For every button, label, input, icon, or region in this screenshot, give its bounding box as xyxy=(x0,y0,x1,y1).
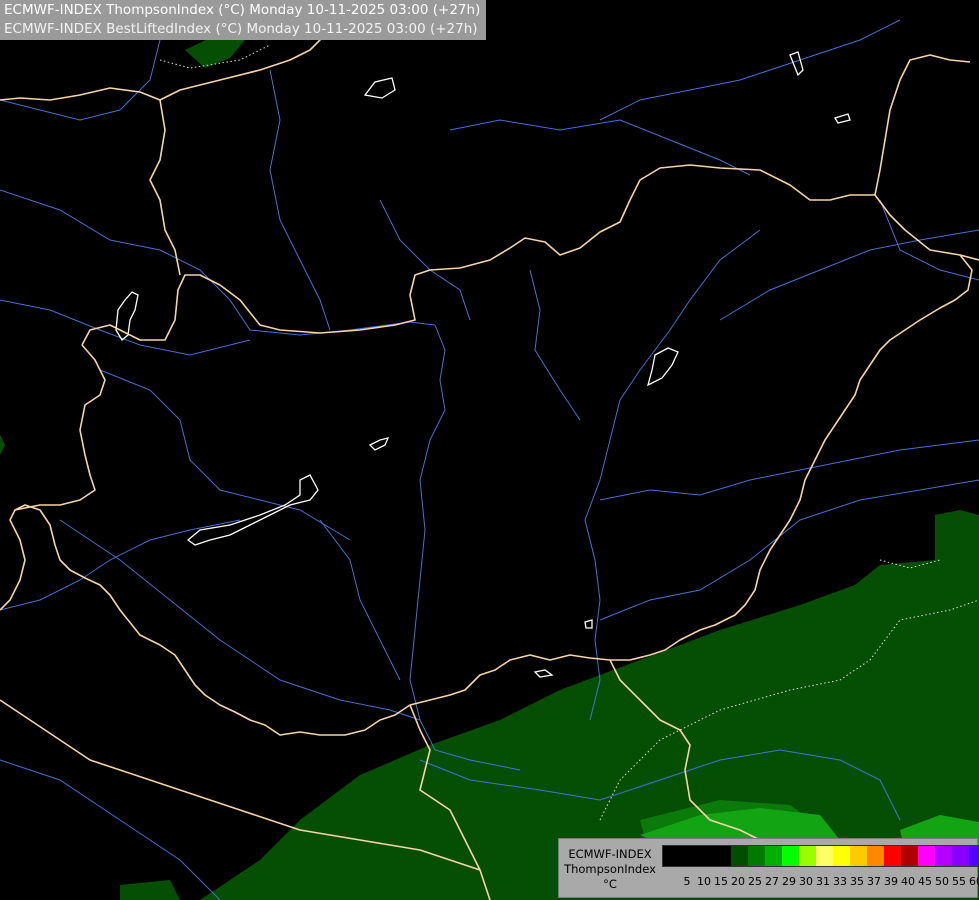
legend-tick-label: 39 xyxy=(884,875,898,888)
legend-tick-label: 40 xyxy=(901,875,915,888)
legend-tick-label: 25 xyxy=(748,875,762,888)
legend-swatch xyxy=(799,846,816,866)
legend-tick-label: 15 xyxy=(714,875,728,888)
weather-map xyxy=(0,0,979,900)
legend-swatch xyxy=(680,846,697,866)
legend-swatch xyxy=(731,846,748,866)
legend-swatch xyxy=(833,846,850,866)
legend-swatch xyxy=(935,846,952,866)
color-legend: ECMWF-INDEX ThompsonIndex °C 5 10 15 20 25 27… xyxy=(558,838,979,898)
legend-tick-label: 27 xyxy=(765,875,779,888)
legend-label: ECMWF-INDEX ThompsonIndex °C xyxy=(561,847,659,892)
legend-swatch xyxy=(918,846,935,866)
legend-tick-label: 30 xyxy=(799,875,813,888)
legend-swatch xyxy=(765,846,782,866)
legend-swatch xyxy=(816,846,833,866)
legend-tick-label: 31 xyxy=(816,875,830,888)
legend-ticks: 5 1015202527293031333537394045505560 xyxy=(662,875,979,891)
legend-swatch xyxy=(969,846,979,866)
legend-label-index: ThompsonIndex xyxy=(564,862,656,876)
legend-tick-label: 33 xyxy=(833,875,847,888)
legend-label-unit: °C xyxy=(603,877,617,891)
legend-swatch xyxy=(952,846,969,866)
legend-tick-label: 45 xyxy=(918,875,932,888)
legend-swatch xyxy=(714,846,731,866)
legend-swatch xyxy=(782,846,799,866)
legend-tick-label: 35 xyxy=(850,875,864,888)
legend-tick-label: 20 xyxy=(731,875,745,888)
legend-swatch xyxy=(748,846,765,866)
legend-tick-label: 37 xyxy=(867,875,881,888)
map-title-box: ECMWF-INDEX ThompsonIndex (°C) Monday 10… xyxy=(0,0,487,40)
legend-tick-label: 60 xyxy=(969,875,979,888)
legend-swatches xyxy=(662,845,979,867)
legend-swatch xyxy=(663,846,680,866)
legend-swatch xyxy=(850,846,867,866)
legend-label-model: ECMWF-INDEX xyxy=(568,847,652,861)
legend-tick-label: 29 xyxy=(782,875,796,888)
title-best-lifted-index: ECMWF-INDEX BestLiftedIndex (°C) Monday … xyxy=(4,21,478,37)
legend-tick-label: 5 xyxy=(683,875,691,888)
legend-tick-label: 55 xyxy=(952,875,966,888)
legend-swatch xyxy=(867,846,884,866)
title-thompson-index: ECMWF-INDEX ThompsonIndex (°C) Monday 10… xyxy=(4,2,481,18)
legend-tick-label: 10 xyxy=(697,875,711,888)
legend-tick-label: 50 xyxy=(935,875,949,888)
legend-swatch xyxy=(697,846,714,866)
legend-swatch xyxy=(884,846,901,866)
legend-swatch xyxy=(901,846,918,866)
